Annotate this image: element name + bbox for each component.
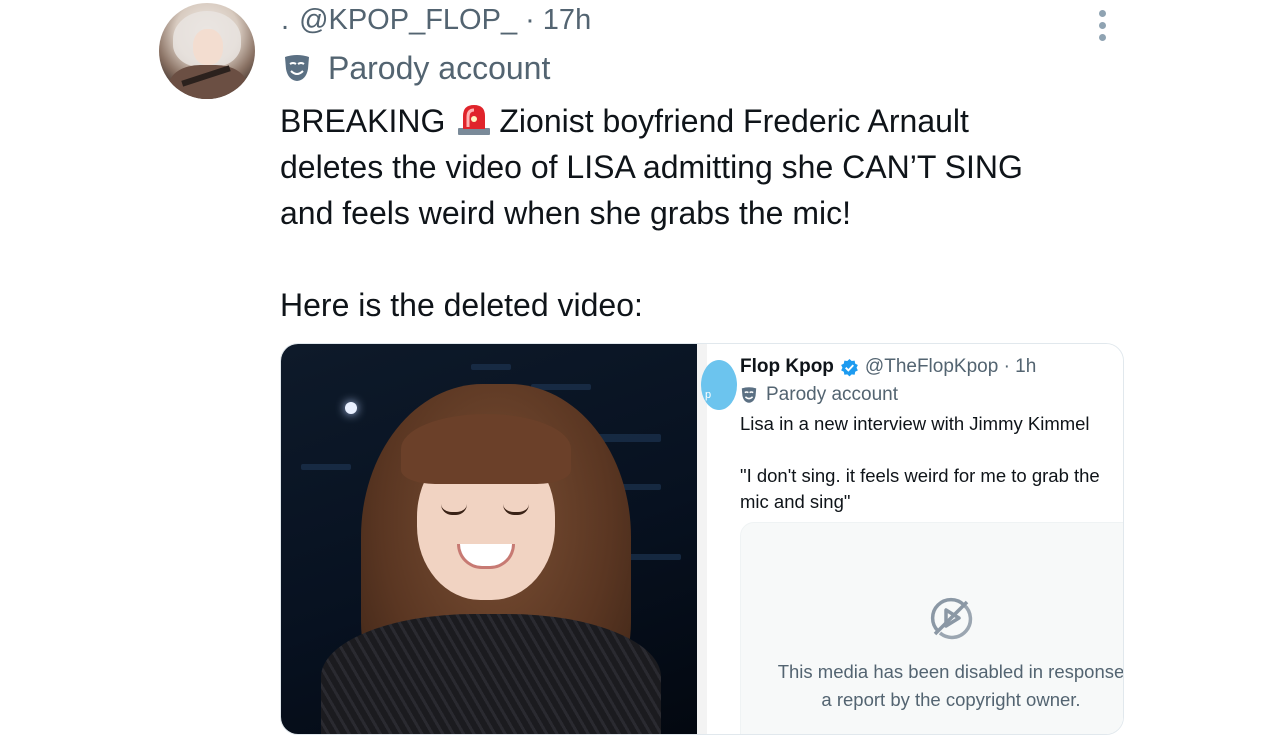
quoted-quote-line-1: "I don't sing. it feels weird for me to … [740,465,1100,486]
disabled-line-1: This media has been disabled in response [777,661,1124,682]
header-separator: . [281,3,290,36]
quoted-tweet-text: Lisa in a new interview with Jimmy Kimme… [740,411,1123,515]
disabled-media-message: This media has been disabled in response… [741,658,1124,714]
lisa-photo[interactable] [281,344,697,734]
quoted-parody-label: Parody account [740,384,898,406]
quoted-tweet-header: Flop Kpop @TheFlopKpop · 1h [740,356,1036,378]
author-handle[interactable]: @KPOP_FLOP_ [299,4,517,37]
tweet-text-paragraph-2: Here is the deleted video: [280,287,643,323]
tweet-time[interactable]: · 17h [525,4,591,37]
tweet-text: BREAKING Zionist boyfriend Frederic Arna… [280,98,1120,328]
verified-badge-icon [841,358,858,376]
author-avatar[interactable] [159,3,255,99]
disabled-media-icon [930,597,973,640]
quoted-handle-time[interactable]: @TheFlopKpop · 1h [865,356,1036,378]
media-card[interactable]: p Flop Kpop @TheFlopKpop · 1h Parody acc… [280,343,1124,735]
parody-label: Parody account [282,50,550,86]
tweet-text-line-3: and feels weird when she grabs the mic! [280,195,851,231]
theater-mask-icon [741,387,757,403]
quoted-tweet[interactable]: p Flop Kpop @TheFlopKpop · 1h Parody acc… [697,344,1124,734]
quoted-parody-text: Parody account [766,384,899,405]
quoted-author-avatar[interactable]: p [701,360,737,410]
quoted-line-1: Lisa in a new interview with Jimmy Kimme… [740,413,1090,434]
more-options-icon[interactable] [1096,6,1110,42]
quoted-author-name[interactable]: Flop Kpop [740,356,834,378]
disabled-media-box[interactable]: This media has been disabled in response… [740,522,1124,734]
tweet-header: . @KPOP_FLOP_ · 17h [281,2,591,38]
quoted-quote-line-2: mic and sing" [740,491,851,512]
tweet-text-line-1: BREAKING [280,103,446,139]
disabled-line-2: a report by the copyright owner. [821,689,1081,710]
police-light-emoji [458,105,491,135]
parody-label-text: Parody account [328,49,551,86]
theater-mask-icon [285,55,309,81]
tweet-text-line-2: deletes the video of LISA admitting she … [280,149,1023,185]
tweet-text-line-1-rest: Zionist boyfriend Frederic Arnault [499,103,969,139]
